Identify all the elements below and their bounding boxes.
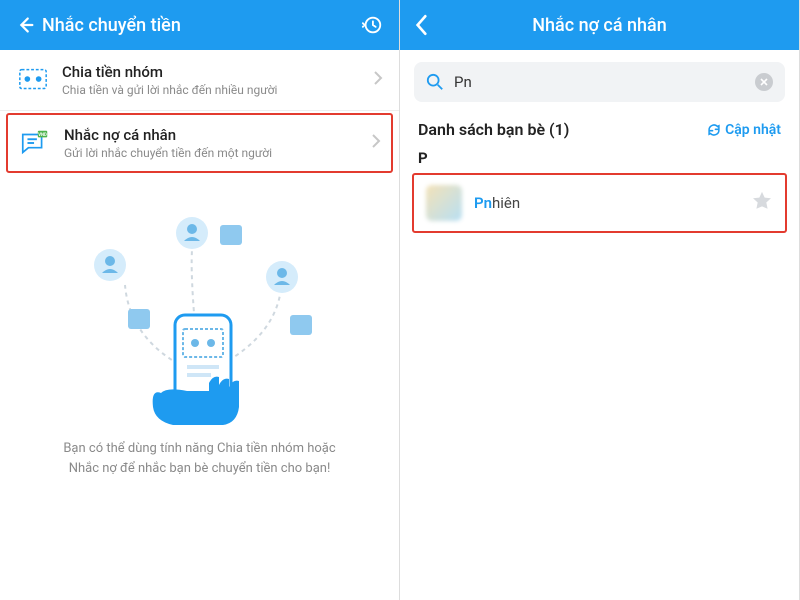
search-area: Pn: [400, 50, 799, 114]
svg-text:VND: VND: [38, 133, 47, 138]
chevron-right-icon: [373, 70, 383, 90]
history-button[interactable]: [359, 12, 385, 38]
chevron-right-icon: [371, 133, 381, 153]
friends-section-title: Danh sách bạn bè (1): [418, 120, 707, 139]
illustration-icon: [70, 205, 330, 425]
search-value: Pn: [454, 73, 755, 91]
right-screen: Nhắc nợ cá nhân Pn Danh sách bạn bè (1) …: [400, 0, 800, 600]
menu-item-group-split[interactable]: Chia tiền nhóm Chia tiền và gửi lời nhắc…: [0, 50, 399, 111]
close-icon: [760, 78, 768, 86]
refresh-icon: [707, 123, 721, 137]
hint-text: Bạn có thể dùng tính năng Chia tiền nhóm…: [20, 429, 379, 478]
menu-item-text: Chia tiền nhóm Chia tiền và gửi lời nhắc…: [62, 63, 277, 97]
chevron-left-icon: [414, 14, 430, 36]
avatar: [426, 185, 462, 221]
refresh-label: Cập nhật: [725, 122, 781, 138]
menu-item-subtitle: Gửi lời nhắc chuyển tiền đến một người: [64, 146, 272, 160]
star-icon: [751, 190, 773, 212]
letter-group: P: [400, 143, 799, 173]
back-button[interactable]: [414, 14, 442, 36]
search-icon: [426, 73, 444, 91]
menu-item-personal-debt[interactable]: VND Nhắc nợ cá nhân Gửi lời nhắc chuyển …: [6, 113, 393, 173]
menu-item-title: Nhắc nợ cá nhân: [64, 126, 272, 144]
menu-item-text: Nhắc nợ cá nhân Gửi lời nhắc chuyển tiền…: [64, 126, 272, 160]
personal-debt-icon: VND: [18, 126, 52, 160]
right-header: Nhắc nợ cá nhân: [400, 0, 799, 50]
friends-section-header: Danh sách bạn bè (1) Cập nhật: [400, 114, 799, 143]
back-button[interactable]: [14, 14, 42, 36]
friend-list-item[interactable]: Pnhiên: [412, 173, 787, 233]
right-header-title: Nhắc nợ cá nhân: [442, 15, 785, 36]
search-input[interactable]: Pn: [414, 62, 785, 102]
friend-name: Pnhiên: [474, 194, 520, 212]
back-arrow-icon: [14, 14, 36, 36]
friend-name-rest: hiên: [492, 194, 520, 212]
group-split-icon: [16, 63, 50, 97]
history-icon: [361, 14, 383, 36]
refresh-button[interactable]: Cập nhật: [707, 122, 781, 138]
left-screen: Nhắc chuyển tiền Chia tiền nhóm Chia tiề…: [0, 0, 400, 600]
left-header-title: Nhắc chuyển tiền: [42, 15, 359, 36]
favorite-button[interactable]: [751, 190, 773, 216]
menu-item-subtitle: Chia tiền và gửi lời nhắc đến nhiều ngườ…: [62, 83, 277, 97]
menu-item-title: Chia tiền nhóm: [62, 63, 277, 81]
illustration-area: Bạn có thể dùng tính năng Chia tiền nhóm…: [0, 175, 399, 488]
clear-search-button[interactable]: [755, 73, 773, 91]
left-header: Nhắc chuyển tiền: [0, 0, 399, 50]
friend-name-match: Pn: [474, 194, 492, 212]
